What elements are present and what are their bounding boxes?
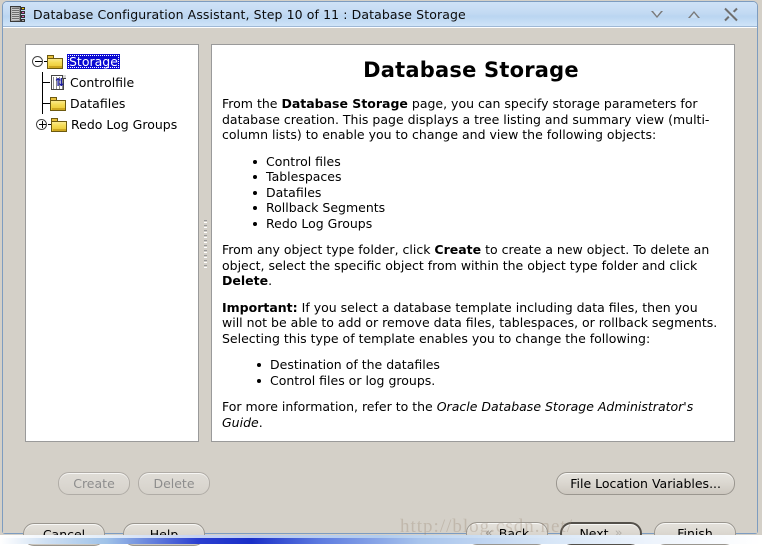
file-location-variables-button[interactable]: File Location Variables... [556,472,735,495]
panel-splitter[interactable] [201,44,210,442]
tree-item-label: Datafiles [70,96,126,111]
bottom-accent-bar [0,535,762,544]
cd-text-3: . [268,273,273,288]
collapse-handle-icon[interactable] [32,55,49,68]
create-delete-paragraph: From any object type folder, click Creat… [222,242,720,289]
important-paragraph: Important: If you select a database temp… [222,300,720,347]
cd-text-1: From any object type folder, click [222,242,435,257]
database-icon [10,5,26,23]
client-area: Storage ⇅ Controlfile Datafiles Redo Log… [3,27,757,546]
list-item: Redo Log Groups [253,216,720,232]
list-item: Tablespaces [253,169,720,185]
cd-bold-delete: Delete [222,273,269,288]
content-panel: Database Storage From the Database Stora… [211,44,735,442]
important-label: Important: [222,299,298,315]
splitter-grip-icon [204,220,207,268]
list-item: Control files or log groups. [257,373,720,389]
storage-tree: Storage ⇅ Controlfile Datafiles Redo Log… [26,45,198,135]
tree-item-label: Redo Log Groups [71,117,178,132]
tree-item-label: Storage [67,54,120,69]
tree-item-controlfile[interactable]: ⇅ Controlfile [32,72,198,93]
application-window: Database Configuration Assistant, Step 1… [0,0,762,546]
intro-paragraph: From the Database Storage page, you can … [222,96,720,143]
controlfile-icon: ⇅ [50,74,67,91]
folder-icon [47,54,64,69]
title-bar: Database Configuration Assistant, Step 1… [3,2,757,27]
cd-bold-create: Create [434,242,482,257]
more-info-paragraph: For more information, refer to the Oracl… [222,399,720,430]
tree-item-storage[interactable]: Storage [32,51,198,72]
folder-icon [51,117,68,132]
create-button[interactable]: Create [58,472,130,495]
delete-button[interactable]: Delete [138,472,210,495]
page-title: Database Storage [363,58,579,82]
list-item: Rollback Segments [253,200,720,216]
folder-icon [50,96,67,111]
close-icon[interactable] [724,7,739,22]
more-info-period: . [258,414,263,430]
list-item: Datafiles [253,185,720,201]
objects-list: Control files Tablespaces Datafiles Roll… [222,154,720,232]
tree-item-datafiles[interactable]: Datafiles [32,93,198,114]
window-title: Database Configuration Assistant, Step 1… [33,6,466,22]
intro-bold: Database Storage [281,96,408,111]
list-item: Destination of the datafiles [257,357,720,373]
expand-handle-icon[interactable] [36,118,53,131]
object-actions: Create Delete [58,472,210,495]
more-info-text: For more information, refer to the [222,399,437,414]
storage-tree-panel[interactable]: Storage ⇅ Controlfile Datafiles Redo Log… [25,44,199,442]
window-controls [650,7,757,22]
changeable-list: Destination of the datafiles Control fil… [222,357,720,388]
tree-item-redo-log-groups[interactable]: Redo Log Groups [32,114,198,135]
window-frame: Database Configuration Assistant, Step 1… [2,1,758,546]
minimize-icon[interactable] [650,7,665,22]
list-item: Control files [253,154,720,170]
maximize-icon[interactable] [687,7,702,22]
intro-text-before: From the [222,96,282,111]
tree-item-label: Controlfile [70,75,135,90]
